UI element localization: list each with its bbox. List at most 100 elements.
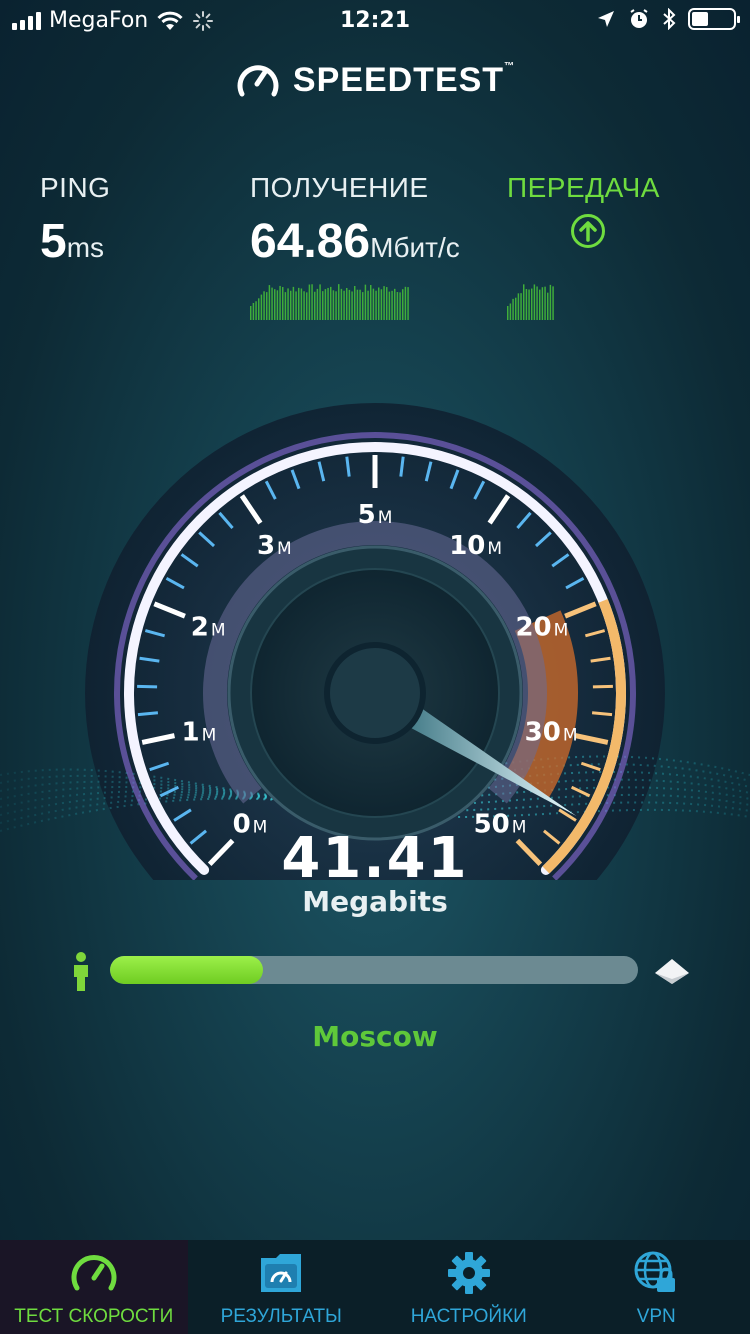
graph-bar bbox=[260, 294, 263, 320]
graph-bar bbox=[517, 293, 520, 320]
gauge-minor-tick bbox=[591, 711, 613, 717]
upload-graph bbox=[507, 284, 554, 320]
graph-bar bbox=[252, 302, 255, 320]
graph-bar bbox=[266, 292, 268, 320]
tab-label: VPN bbox=[636, 1306, 676, 1327]
graph-bar bbox=[298, 287, 300, 320]
graph-bar bbox=[295, 291, 297, 320]
graph-bar bbox=[346, 287, 348, 320]
graph-bar bbox=[258, 298, 260, 320]
graph-bar bbox=[396, 292, 399, 320]
graph-bar bbox=[354, 285, 356, 320]
graph-bar bbox=[383, 286, 385, 320]
graph-bar bbox=[327, 287, 329, 320]
graph-bar bbox=[263, 291, 265, 320]
graph-bar bbox=[525, 289, 528, 320]
bluetooth-icon bbox=[663, 8, 676, 30]
results-folder-icon bbox=[261, 1254, 302, 1292]
graph-bar bbox=[509, 303, 512, 320]
gauge-minor-tick bbox=[137, 684, 158, 689]
graph-bar bbox=[343, 290, 345, 320]
graph-bar bbox=[274, 289, 276, 320]
download-value: 64.86Мбит/с bbox=[250, 215, 460, 268]
graph-bar bbox=[539, 289, 541, 320]
tab-results[interactable]: РЕЗУЛЬТАТЫ bbox=[188, 1240, 376, 1334]
graph-bar bbox=[380, 289, 383, 320]
graph-bar bbox=[552, 286, 554, 320]
graph-bar bbox=[340, 288, 343, 320]
graph-bar bbox=[533, 284, 536, 320]
graph-bar bbox=[536, 286, 538, 320]
graph-bar bbox=[338, 284, 340, 320]
status-bar-right bbox=[596, 8, 740, 30]
graph-bar bbox=[364, 284, 367, 320]
person-icon bbox=[74, 952, 88, 991]
graph-bar bbox=[255, 301, 257, 320]
graph-bar bbox=[404, 286, 407, 320]
speedometer-icon bbox=[237, 65, 279, 97]
battery-icon bbox=[688, 8, 740, 30]
alarm-icon bbox=[630, 9, 648, 28]
graph-bar bbox=[391, 290, 393, 320]
current-speed-unit: Megabits bbox=[302, 885, 448, 918]
graph-bar bbox=[279, 285, 281, 320]
graph-bar bbox=[547, 292, 549, 320]
graph-bar bbox=[378, 287, 380, 320]
location-arrow-icon bbox=[598, 11, 614, 27]
graph-bar bbox=[507, 306, 509, 320]
tab-label: ТЕСТ СКОРОСТИ bbox=[14, 1306, 174, 1327]
graph-bar bbox=[351, 291, 353, 320]
graph-bar bbox=[282, 287, 284, 320]
tab-vpn[interactable]: VPN bbox=[563, 1240, 750, 1334]
tab-settings[interactable]: НАСТРОЙКИ bbox=[375, 1240, 563, 1334]
graph-bar bbox=[356, 289, 359, 320]
gauge-minor-tick bbox=[592, 684, 613, 689]
graph-bar bbox=[528, 289, 530, 320]
upload-arrow-icon bbox=[571, 214, 605, 248]
speed-gauge: 0 M1 M2 M3 M5 M10 M20 M30 M50 M bbox=[0, 403, 750, 880]
graph-bar bbox=[316, 288, 319, 320]
gauge-hub bbox=[324, 642, 426, 744]
vpn-globe-lock-icon bbox=[634, 1251, 676, 1292]
ping-label: PING bbox=[40, 172, 111, 203]
download-graph bbox=[250, 284, 409, 320]
graph-bar bbox=[523, 284, 525, 320]
graph-bar bbox=[388, 291, 391, 320]
graph-bar bbox=[322, 291, 324, 320]
graph-bar bbox=[284, 292, 287, 320]
graph-bar bbox=[311, 284, 313, 320]
logo-text: SPEEDTEST™ bbox=[292, 60, 516, 99]
graph-bar bbox=[515, 297, 517, 320]
gauge-minor-tick bbox=[137, 711, 159, 717]
graph-bar bbox=[394, 288, 396, 320]
tab-bar: ТЕСТ СКОРОСТИ РЕЗУЛЬТАТЫ НАСТРОЙКИ VPN bbox=[0, 1240, 750, 1334]
graph-bar bbox=[372, 288, 375, 320]
graph-bar bbox=[407, 287, 409, 320]
graph-bar bbox=[250, 306, 252, 320]
app-logo: SPEEDTEST™ bbox=[0, 60, 750, 100]
graph-bar bbox=[549, 284, 552, 320]
graph-bar bbox=[544, 286, 546, 320]
graph-bar bbox=[332, 290, 335, 320]
test-progress-bar bbox=[110, 956, 638, 984]
speedometer-icon bbox=[71, 1255, 117, 1291]
graph-bar bbox=[306, 292, 308, 320]
graph-bar bbox=[308, 284, 311, 320]
graph-bar bbox=[292, 286, 295, 320]
graph-bar bbox=[276, 290, 279, 320]
graph-bar bbox=[330, 286, 332, 320]
graph-bar bbox=[367, 290, 369, 320]
graph-bar bbox=[375, 290, 377, 320]
ping-value: 5ms bbox=[40, 215, 105, 268]
tab-speed-test[interactable]: ТЕСТ СКОРОСТИ bbox=[0, 1240, 188, 1334]
graph-bar bbox=[531, 288, 533, 320]
graph-bar bbox=[335, 291, 337, 320]
tab-label: НАСТРОЙКИ bbox=[410, 1306, 527, 1327]
graph-bar bbox=[520, 293, 522, 320]
graph-bar bbox=[324, 289, 327, 320]
tab-label: РЕЗУЛЬТАТЫ bbox=[220, 1306, 342, 1327]
server-icon bbox=[655, 959, 689, 984]
graph-bar bbox=[290, 290, 292, 320]
current-speed-value: 41.41 bbox=[281, 826, 469, 891]
graph-bar bbox=[512, 298, 514, 320]
